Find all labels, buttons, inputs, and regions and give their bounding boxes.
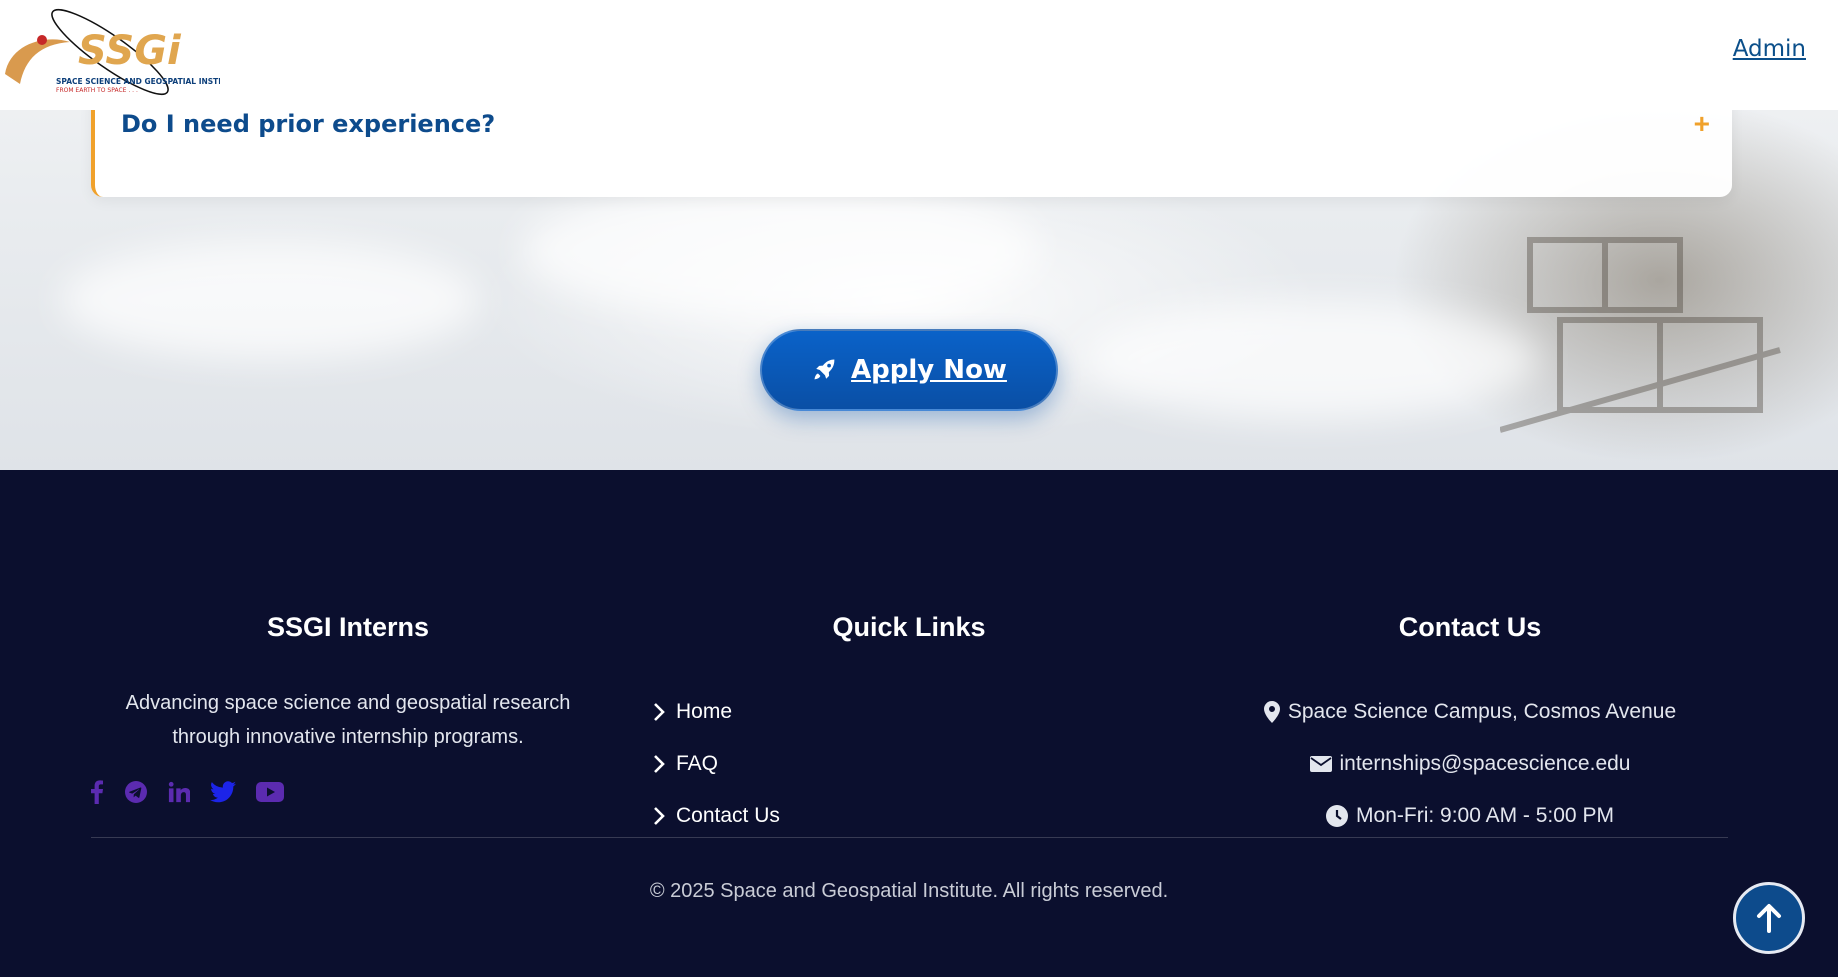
youtube-icon[interactable] bbox=[256, 782, 284, 802]
copyright-text: © 2025 Space and Geospatial Institute. A… bbox=[649, 880, 1169, 902]
ssgi-logo[interactable]: SSGi SPACE SCIENCE AND GEOSPATIAL INSTIT… bbox=[0, 4, 220, 100]
contact-title: Contact Us bbox=[1398, 612, 1542, 642]
quick-links-list: Home FAQ Contact Us bbox=[652, 686, 780, 842]
back-to-top-button[interactable] bbox=[1733, 882, 1805, 954]
chevron-right-icon bbox=[654, 755, 665, 773]
apply-now-label: Apply Now bbox=[851, 355, 1007, 385]
site-header: SSGi SPACE SCIENCE AND GEOSPATIAL INSTIT… bbox=[0, 0, 1838, 110]
contact-hours: Mon-Fri: 9:00 AM - 5:00 PM bbox=[1150, 790, 1790, 842]
site-footer: SSGI Interns Advancing space science and… bbox=[0, 470, 1838, 977]
quick-link-contact[interactable]: Contact Us bbox=[652, 790, 780, 842]
telegram-icon[interactable] bbox=[124, 780, 148, 804]
map-marker-icon bbox=[1263, 701, 1280, 723]
quick-link-label: FAQ bbox=[676, 752, 719, 775]
admin-link[interactable]: Admin bbox=[1733, 36, 1806, 62]
twitter-icon[interactable] bbox=[210, 781, 236, 803]
footer-divider bbox=[91, 837, 1728, 838]
footer-about-text: Advancing space science and geospatial r… bbox=[125, 692, 571, 748]
rocket-icon bbox=[814, 359, 835, 380]
quick-link-label: Contact Us bbox=[676, 804, 780, 827]
apply-now-button[interactable]: Apply Now bbox=[760, 329, 1058, 411]
footer-about-title: SSGI Interns bbox=[266, 612, 430, 642]
faq-expand-icon[interactable]: + bbox=[1694, 108, 1710, 140]
quick-links-title: Quick Links bbox=[832, 612, 986, 642]
quick-link-home[interactable]: Home bbox=[652, 686, 780, 738]
chevron-right-icon bbox=[654, 703, 665, 721]
clock-icon bbox=[1326, 805, 1349, 827]
arrow-up-icon bbox=[1757, 904, 1781, 933]
contact-email[interactable]: internships@spacescience.edu bbox=[1150, 738, 1790, 790]
svg-text:SSGi: SSGi bbox=[78, 28, 182, 74]
envelope-icon bbox=[1309, 756, 1332, 772]
chevron-right-icon bbox=[654, 807, 665, 825]
social-links bbox=[90, 780, 284, 804]
contact-address: Space Science Campus, Cosmos Avenue bbox=[1150, 686, 1790, 738]
space-station-image bbox=[1500, 237, 1781, 433]
linkedin-icon[interactable] bbox=[168, 781, 190, 803]
svg-text:FROM EARTH TO SPACE . . .: FROM EARTH TO SPACE . . . bbox=[56, 87, 138, 94]
quick-link-faq[interactable]: FAQ bbox=[652, 738, 780, 790]
svg-text:SPACE SCIENCE AND GEOSPATIAL I: SPACE SCIENCE AND GEOSPATIAL INSTITUTE bbox=[56, 77, 220, 86]
quick-link-label: Home bbox=[676, 700, 733, 723]
facebook-icon[interactable] bbox=[90, 780, 104, 804]
contact-list: Space Science Campus, Cosmos Avenue inte… bbox=[1150, 686, 1790, 842]
faq-question: Do I need prior experience? bbox=[121, 110, 496, 138]
